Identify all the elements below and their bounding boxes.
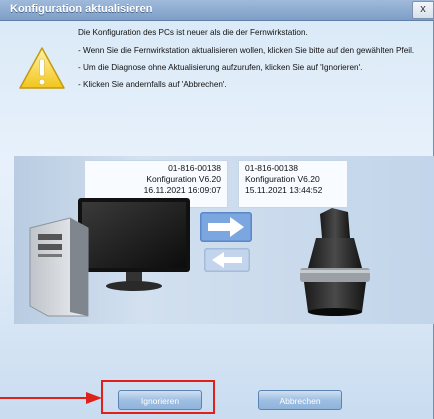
pc-serial: 01-816-00138 [168,163,221,173]
station-device-icon [300,208,370,316]
station-datetime: 15.11.2021 13:44:52 [245,185,323,195]
message-line-4: - Klicken Sie andernfalls auf 'Abbrechen… [78,80,227,89]
cancel-button[interactable]: Abbrechen [258,390,342,410]
pointer-arrow-icon [0,392,102,404]
warning-icon [19,47,65,89]
title-bar: Konfiguration aktualisieren x [0,0,434,21]
update-arrow-left-icon[interactable] [204,248,250,272]
message-line-3: - Um die Diagnose ohne Aktualisierung au… [78,63,363,72]
pc-config: Konfiguration V6.20 [146,174,221,184]
close-button[interactable]: x [412,1,434,19]
station-config: Konfiguration V6.20 [245,174,320,184]
message-line-2: - Wenn Sie die Fernwirkstation aktualisi… [78,46,415,55]
station-info: 01-816-00138 Konfiguration V6.20 15.11.2… [238,160,348,208]
message-text: Die Konfiguration des PCs ist neuer als … [78,22,428,97]
message-line-1: Die Konfiguration des PCs ist neuer als … [78,28,308,37]
pc-icon [29,198,190,317]
window-title: Konfiguration aktualisieren [10,3,153,15]
station-serial: 01-816-00138 [245,163,298,173]
highlight-box [101,380,215,414]
update-arrow-right-icon[interactable] [200,212,252,242]
dialog-window: Konfiguration aktualisieren x Die Konfig… [0,0,434,419]
